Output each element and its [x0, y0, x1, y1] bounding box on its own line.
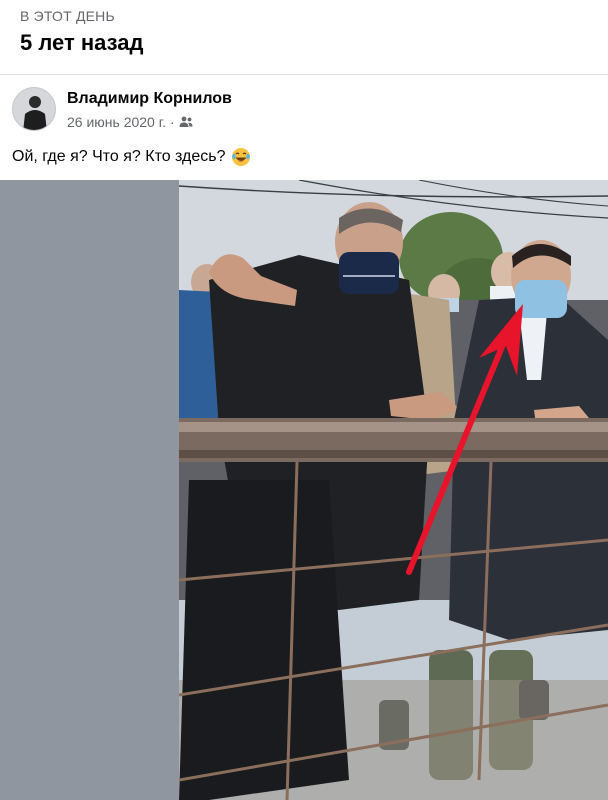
post-header: Владимир Корнилов 26 июнь 2020 г. ·: [0, 75, 608, 145]
post-date[interactable]: 26 июнь 2020 г.: [67, 114, 166, 130]
author-name[interactable]: Владимир Корнилов: [67, 90, 232, 108]
photo-image: [179, 180, 608, 800]
post-meta: 26 июнь 2020 г. ·: [67, 114, 193, 130]
post-photo[interactable]: [179, 180, 608, 800]
laughing-tears-emoji-icon: [231, 148, 250, 166]
post-photo-area[interactable]: [0, 180, 608, 800]
photo-backdrop: [0, 180, 179, 800]
post-text: Ой, где я? Что я? Кто здесь?: [12, 147, 251, 167]
meta-separator: ·: [170, 114, 175, 130]
memory-header: В ЭТОТ ДЕНЬ 5 лет назад: [0, 0, 608, 74]
memory-kicker: В ЭТОТ ДЕНЬ: [20, 8, 115, 24]
avatar-image: [13, 88, 55, 130]
avatar[interactable]: [12, 87, 56, 131]
post-text-body: Ой, где я? Что я? Кто здесь?: [12, 148, 226, 165]
friends-icon[interactable]: [179, 116, 193, 128]
memory-title: 5 лет назад: [20, 30, 144, 55]
